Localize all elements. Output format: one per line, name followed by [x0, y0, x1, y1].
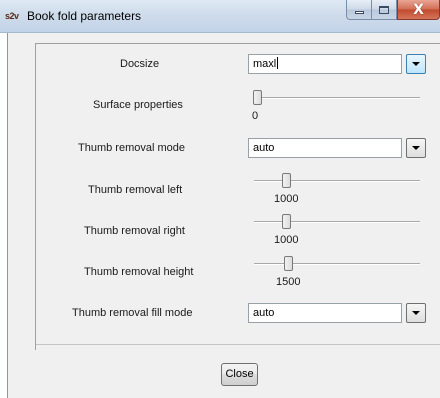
thumb-removal-mode-select[interactable]: auto [248, 138, 402, 158]
thumb-removal-right-slider-track[interactable] [254, 221, 420, 223]
docsize-input[interactable]: maxl [248, 54, 402, 74]
chevron-down-icon [412, 62, 420, 66]
surface-properties-slider-handle[interactable] [253, 90, 262, 105]
thumb-removal-right-value: 1000 [274, 234, 299, 246]
minimize-icon [354, 11, 364, 14]
minimize-button[interactable] [346, 0, 372, 20]
surface-properties-value: 0 [252, 110, 259, 122]
dialog-body: Docsize maxl Surface properties 0 Thumb … [7, 33, 440, 398]
app-icon: s2v [5, 11, 19, 21]
thumb-removal-fill-mode-label: Thumb removal fill mode [72, 307, 193, 319]
docsize-dropdown-button[interactable] [406, 54, 426, 74]
thumb-removal-height-label: Thumb removal height [84, 266, 194, 278]
thumb-removal-fill-mode-value: auto [253, 307, 275, 319]
maximize-button[interactable] [372, 0, 397, 20]
surface-properties-slider-track[interactable] [254, 97, 420, 99]
docsize-value: maxl [253, 58, 277, 70]
thumb-removal-height-value: 1500 [276, 276, 301, 288]
thumb-removal-right-label: Thumb removal right [84, 225, 185, 237]
text-caret [277, 57, 279, 69]
thumb-removal-fill-mode-select[interactable]: auto [248, 303, 402, 323]
close-button[interactable]: Close [221, 363, 258, 386]
close-window-button[interactable]: X [397, 0, 440, 20]
title-bar[interactable]: s2v Book fold parameters X [0, 0, 440, 33]
thumb-removal-height-slider-handle[interactable] [284, 256, 293, 271]
thumb-removal-left-slider-track[interactable] [254, 180, 420, 182]
thumb-removal-left-label: Thumb removal left [88, 184, 183, 196]
thumb-removal-fill-mode-dropdown-button[interactable] [406, 303, 426, 323]
maximize-icon [379, 5, 389, 14]
docsize-label: Docsize [120, 58, 160, 70]
thumb-removal-left-value: 1000 [274, 193, 299, 205]
chevron-down-icon [412, 146, 420, 150]
window-title: Book fold parameters [27, 9, 142, 23]
thumb-removal-left-slider-handle[interactable] [282, 173, 291, 188]
thumb-removal-mode-value: auto [253, 142, 275, 154]
thumb-removal-mode-dropdown-button[interactable] [406, 138, 426, 158]
footer-divider [36, 344, 440, 345]
chevron-down-icon [412, 311, 420, 315]
thumb-removal-right-slider-handle[interactable] [282, 214, 291, 229]
thumb-removal-height-slider-track[interactable] [254, 263, 420, 265]
close-icon: X [413, 1, 424, 18]
thumb-removal-mode-label: Thumb removal mode [78, 142, 185, 154]
surface-properties-label: Surface properties [93, 99, 183, 111]
